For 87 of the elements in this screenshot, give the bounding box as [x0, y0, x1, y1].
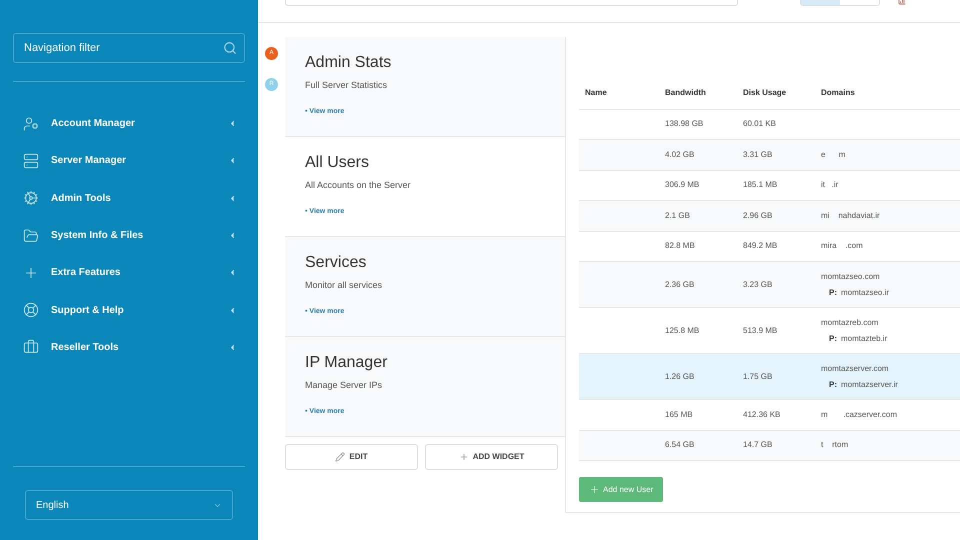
sidebar-nav-item[interactable]: Admin Tools [13, 180, 245, 217]
caret-icon [228, 119, 237, 128]
widget-subtitle: Full Server Statistics [305, 79, 388, 92]
plus-icon [589, 484, 600, 495]
table-cell: 82.8 MB [659, 231, 737, 262]
table-cell: 1.26 GB [659, 354, 737, 400]
widget-subtitle: All Accounts on the Server [305, 179, 412, 192]
widget-title: IP Manager [305, 353, 388, 373]
domain-text: momtazseo.com [821, 270, 881, 282]
parked-label: P: [829, 286, 837, 298]
sidebar-nav-item[interactable]: System Info & Files [13, 216, 245, 254]
widget-subtitle: Monitor all services [305, 279, 384, 292]
widget-action-button[interactable]: ADD WIDGET [425, 444, 558, 470]
table-row[interactable]: 6.54 GB 14.7 GB t rtom [579, 430, 960, 460]
domain-text: mi nahdaviat.ir [821, 210, 881, 222]
table-cell: 60.01 KB [737, 109, 815, 140]
table-cell: 3.31 GB [737, 140, 815, 170]
navigation-filter-field[interactable]: Navigation filter [13, 33, 245, 63]
table-cell: 138.98 GB [659, 109, 737, 140]
gear-icon [23, 190, 39, 206]
plus-icon [458, 452, 469, 462]
language-select[interactable]: English [25, 490, 233, 520]
widget-title: All Users [305, 153, 370, 173]
table-cell: 1.75 GB [737, 354, 815, 400]
table-cell: 2.1 GB [659, 200, 737, 231]
table-cell: 6.54 GB [659, 430, 737, 460]
table-cell: 2.36 GB [659, 262, 737, 308]
table-cell: 849.2 MB [737, 231, 815, 262]
domain-text: m .cazserver.com [821, 408, 898, 421]
domain-text: momtazserver.com [821, 362, 890, 374]
toggle-segment[interactable] [801, 0, 840, 5]
parked-domain: momtazteb.ir [841, 332, 888, 344]
table-row[interactable]: 125.8 MB 513.9 MB momtazreb.com P: momtazteb.ir [579, 308, 960, 354]
sidebar-nav-item[interactable]: Support & Help [13, 291, 245, 329]
folder-icon [23, 228, 39, 244]
widget-title: Services [305, 253, 368, 273]
column-header: Domains [815, 77, 960, 109]
column-header: Disk Usage [737, 77, 815, 109]
table-cell: 165 MB [659, 400, 737, 430]
sidebar-nav-item[interactable]: Server Manager [13, 142, 245, 180]
caret-icon [228, 194, 237, 203]
widget-action-button[interactable]: EDIT [285, 444, 418, 470]
caret-icon [228, 306, 237, 315]
table-cell: 513.9 MB [737, 308, 815, 354]
table-row[interactable]: 138.98 GB 60.01 KB [579, 109, 960, 140]
widget-title: Admin Stats [305, 53, 392, 73]
domain-text: t rtom [821, 439, 850, 452]
parked-domain: momtazseo.ir [841, 286, 890, 298]
sidebar-nav-item[interactable]: Extra Features [13, 254, 245, 292]
widget-subtitle: Manage Server IPs [305, 379, 384, 392]
table-cell: 2.96 GB [737, 200, 815, 231]
table-row[interactable]: 165 MB 412.36 KB m .cazserver.com [579, 400, 960, 430]
column-header: Bandwidth [659, 77, 737, 109]
caret-icon [228, 231, 237, 240]
server-icon [23, 152, 39, 169]
domain-text: e m [821, 148, 846, 161]
table-cell: 14.7 GB [737, 430, 815, 460]
pencil-icon [335, 452, 346, 462]
table-cell: 306.9 MB [659, 170, 737, 200]
add-user-button[interactable]: Add new User [579, 477, 664, 502]
sidebar-nav-item[interactable]: Account Manager [13, 105, 245, 142]
parked-label: P: [829, 378, 837, 390]
table-cell: 412.36 KB [737, 400, 815, 430]
domain-text: momtazreb.com [821, 316, 880, 328]
table-row[interactable]: 2.36 GB 3.23 GB momtazseo.com P: momtazseo.ir [579, 262, 960, 308]
lifebuoy-icon [23, 302, 39, 318]
search-icon [223, 41, 237, 55]
table-row[interactable]: 2.1 GB 2.96 GB mi nahdaviat.ir [579, 200, 960, 231]
table-row[interactable]: 306.9 MB 185.1 MB it .ir [579, 170, 960, 200]
user-gear-icon [23, 116, 39, 132]
table-cell: 3.23 GB [737, 262, 815, 308]
table-row[interactable]: 4.02 GB 3.31 GB e m [579, 140, 960, 170]
caret-icon [228, 156, 237, 166]
caret-icon [228, 268, 237, 278]
parked-domain: momtazserver.ir [841, 378, 898, 390]
search-field[interactable] [285, 0, 738, 6]
parked-label: P: [829, 332, 837, 344]
sidebar-nav-item[interactable]: Reseller Tools [13, 328, 245, 366]
table-row[interactable]: 82.8 MB 849.2 MB mira .com [579, 231, 960, 262]
briefcase-icon [23, 339, 39, 356]
table-cell: 125.8 MB [659, 308, 737, 354]
table-cell: 4.02 GB [659, 140, 737, 170]
domain-text: it .ir [821, 179, 840, 192]
caret-icon [228, 342, 237, 352]
table-cell: 185.1 MB [737, 170, 815, 200]
domain-text: mira .com [821, 240, 864, 252]
column-header: Name [579, 77, 659, 109]
